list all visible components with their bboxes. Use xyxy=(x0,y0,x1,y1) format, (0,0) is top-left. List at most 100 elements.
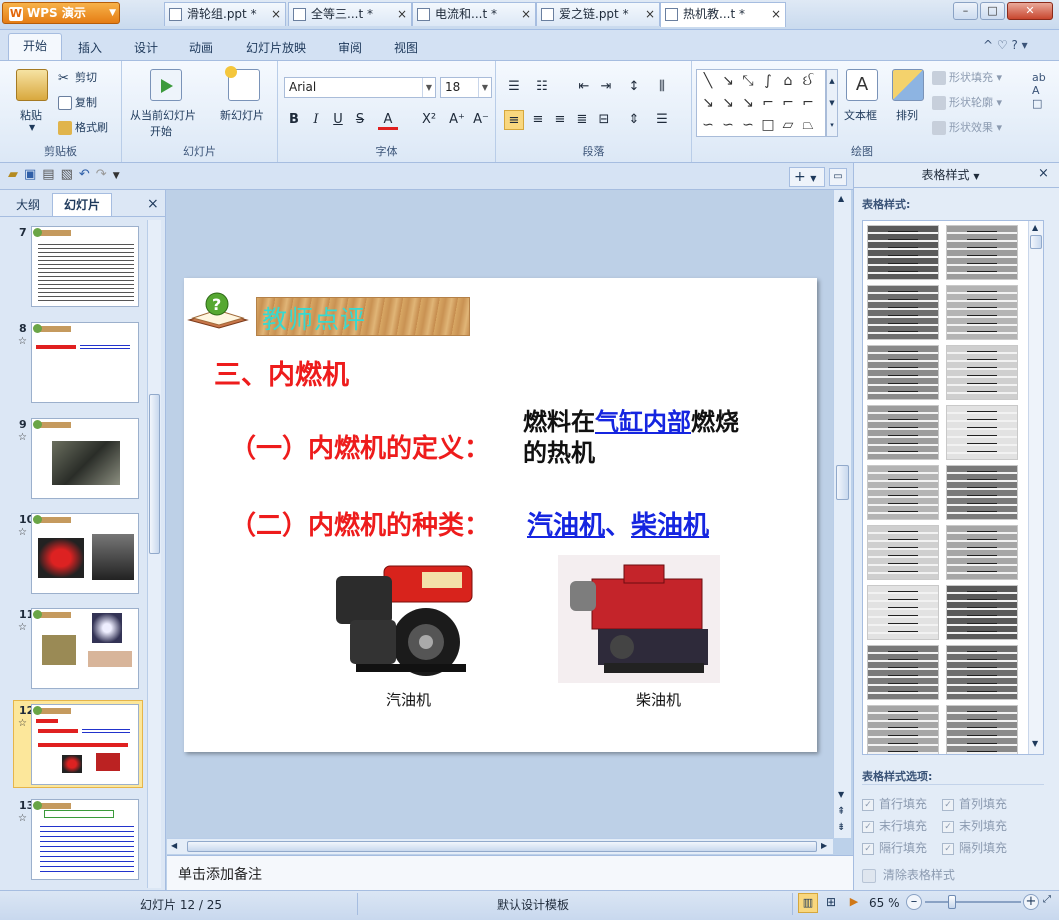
tab-view[interactable]: 视图 xyxy=(394,39,418,56)
bold-button[interactable]: B xyxy=(284,110,304,130)
last-column-checkbox[interactable]: ✓ 末列填充 xyxy=(942,817,1007,834)
table-style-option[interactable] xyxy=(867,225,939,280)
table-style-option[interactable] xyxy=(867,585,939,640)
tab-outline[interactable]: 大纲 xyxy=(8,194,48,216)
tab-slideshow[interactable]: 幻灯片放映 xyxy=(246,39,306,56)
definition-link[interactable]: 气缸内部 xyxy=(595,408,691,436)
font-name-select[interactable]: Arial ▼ xyxy=(284,77,436,98)
table-style-option[interactable] xyxy=(946,345,1018,400)
table-style-option[interactable] xyxy=(946,285,1018,340)
from-current-button-line2[interactable]: 开始 xyxy=(150,123,172,139)
slide-thumbnail[interactable] xyxy=(31,226,139,307)
table-style-option[interactable] xyxy=(946,405,1018,460)
close-button[interactable]: ✕ xyxy=(1007,2,1053,20)
curved-arrow-icon[interactable]: ∽ xyxy=(719,116,737,134)
table-style-option[interactable] xyxy=(867,705,939,754)
ribbon-overflow[interactable]: ab A □ xyxy=(1032,71,1058,131)
distribute-button[interactable]: ⊟ xyxy=(594,110,614,130)
doc-tab[interactable]: 爱之链.ppt * × xyxy=(536,2,660,26)
doc-tab-active[interactable]: 热机教...t * × xyxy=(660,2,786,27)
font-color-button[interactable]: A xyxy=(378,110,398,130)
slide-thumbnail[interactable] xyxy=(31,322,139,403)
align-center-button[interactable]: ≡ xyxy=(528,110,548,130)
line-shape-icon[interactable]: ╲ xyxy=(699,72,717,90)
table-style-option[interactable] xyxy=(867,345,939,400)
table-style-option[interactable] xyxy=(867,465,939,520)
table-style-option[interactable] xyxy=(946,225,1018,280)
elbow-arrow-icon[interactable]: ↘ xyxy=(719,94,737,112)
justify-button[interactable]: ≣ xyxy=(572,110,592,130)
zoom-slider-track[interactable] xyxy=(925,901,1021,903)
tab-animation[interactable]: 动画 xyxy=(189,39,213,56)
gallery-scrollbar[interactable]: ▲ ▼ xyxy=(1028,221,1043,754)
maximize-button[interactable]: □ xyxy=(980,2,1005,20)
new-slide-button[interactable]: 新幻灯片 xyxy=(220,107,264,123)
tab-list-icon[interactable]: ▭ xyxy=(829,168,847,186)
parallelogram-shape-icon[interactable]: ▱ xyxy=(779,116,797,134)
slides-panel-scrollbar[interactable] xyxy=(147,220,161,888)
minimize-button[interactable]: – xyxy=(953,2,978,20)
close-icon[interactable]: × xyxy=(271,3,281,25)
paragraph-spacing-button[interactable]: ⇕ xyxy=(624,110,644,130)
tab-slides[interactable]: 幻灯片 xyxy=(52,193,112,217)
close-icon[interactable]: × xyxy=(147,196,159,212)
scroll-down-icon[interactable]: ▼ xyxy=(1032,739,1038,748)
print-icon[interactable]: ▤ xyxy=(42,167,60,182)
table-style-option[interactable] xyxy=(946,525,1018,580)
scrollbar-thumb[interactable] xyxy=(836,465,849,500)
font-size-select[interactable]: 18 ▼ xyxy=(440,77,492,98)
italic-button[interactable]: I xyxy=(306,110,326,130)
close-icon[interactable]: × xyxy=(645,3,655,25)
increase-indent-button[interactable]: ⇥ xyxy=(596,77,616,97)
save-icon[interactable]: ▣ xyxy=(24,167,42,182)
decrease-indent-button[interactable]: ⇤ xyxy=(574,77,594,97)
scroll-down-icon[interactable]: ▼ xyxy=(838,790,844,799)
undo-icon[interactable]: ↶ xyxy=(79,167,96,182)
total-row-checkbox[interactable]: ✓ 末行填充 xyxy=(862,817,927,834)
tab-review[interactable]: 审阅 xyxy=(338,39,362,56)
slideshow-view-icon[interactable]: ▶ xyxy=(844,893,864,913)
normal-view-icon[interactable]: ▥ xyxy=(798,893,818,913)
line-spacing-button[interactable]: ↕ xyxy=(624,77,644,97)
new-tab-button[interactable]: + ▼ xyxy=(789,167,825,187)
scroll-left-icon[interactable]: ◀ xyxy=(171,841,177,850)
table-style-option[interactable] xyxy=(946,645,1018,700)
scrollbar-thumb[interactable] xyxy=(187,841,817,852)
slide-horizontal-scrollbar[interactable]: ◀ ▶ xyxy=(167,838,833,854)
format-painter-button[interactable]: 格式刷 xyxy=(58,119,108,135)
text-direction-button[interactable]: ⫼ xyxy=(652,77,672,97)
zoom-slider-handle[interactable] xyxy=(948,895,956,909)
arrange-button[interactable]: 排列 xyxy=(896,107,918,123)
cut-button[interactable]: ✂ 剪切 xyxy=(58,69,97,86)
close-icon[interactable]: × xyxy=(1038,166,1049,181)
curve-shape-icon[interactable]: ∫ xyxy=(759,72,777,90)
redo-icon[interactable]: ↷ xyxy=(96,167,113,182)
chevron-down-icon[interactable]: ▼ xyxy=(113,171,126,181)
template-name[interactable]: 默认设计模板 xyxy=(497,896,569,913)
shapes-gallery[interactable]: ╲ ↘ ⤡ ∫ ⌂ ઈ ↘ ↘ ↘ ⌐ ⌐ ⌐ ∽ ∽ ∽ □ ▱ ⏢ xyxy=(696,69,826,137)
slide-vertical-scrollbar[interactable]: ▲ ▼ ⇞ ⇟ xyxy=(833,190,851,838)
help-icons[interactable]: ^ ♡ ? ▾ xyxy=(983,38,1028,52)
doc-tab[interactable]: 电流和...t * × xyxy=(412,2,536,26)
elbow-arrow2-icon[interactable]: ⌐ xyxy=(779,94,797,112)
elbow-connector-icon[interactable]: ↘ xyxy=(699,94,717,112)
from-current-button[interactable]: 从当前幻灯片 xyxy=(130,107,196,123)
table-style-option[interactable] xyxy=(946,585,1018,640)
close-icon[interactable]: × xyxy=(771,3,781,25)
connector-icon[interactable]: ↘ xyxy=(739,94,757,112)
freeform-shape-icon[interactable]: ⌂ xyxy=(779,72,797,90)
slide-thumbnail[interactable] xyxy=(31,608,139,689)
close-icon[interactable]: × xyxy=(521,3,531,25)
shrink-font-button[interactable]: A⁻ xyxy=(470,110,492,130)
header-row-checkbox[interactable]: ✓ 首行填充 xyxy=(862,795,927,812)
copy-button[interactable]: 复制 xyxy=(58,94,97,110)
scrollbar-thumb[interactable] xyxy=(149,394,160,554)
notes-placeholder[interactable]: 单击添加备注 xyxy=(178,864,262,884)
slide-thumbnail[interactable] xyxy=(31,799,139,880)
quick-access-toolbar[interactable]: ▰▣▤▧↶↷▼ xyxy=(8,167,148,182)
gasoline-link[interactable]: 汽油机 xyxy=(527,511,605,541)
sorter-view-icon[interactable]: ⊞ xyxy=(821,893,841,913)
textbox-button[interactable]: 文本框 xyxy=(844,107,877,123)
curved-connector-icon[interactable]: ∽ xyxy=(699,116,717,134)
scroll-up-icon[interactable]: ▲ xyxy=(838,194,844,203)
